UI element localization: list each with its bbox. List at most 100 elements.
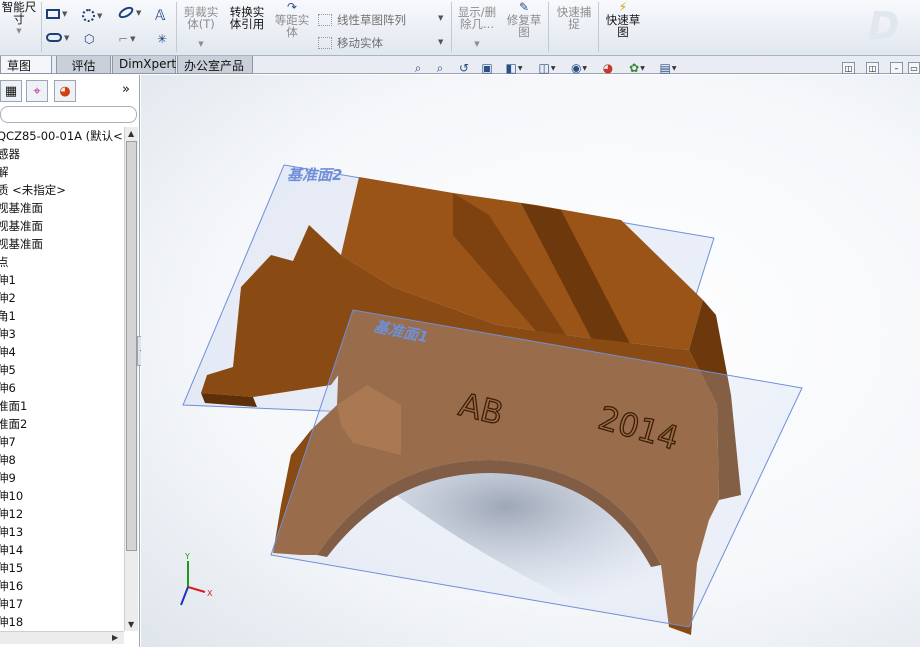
quick-snap-label-2: 捉 xyxy=(568,17,580,31)
feature-tree-item[interactable]: 伸17 xyxy=(0,595,124,613)
feature-tree-item[interactable]: 伸3 xyxy=(0,325,124,343)
feature-tree-item[interactable]: 伸13 xyxy=(0,523,124,541)
panel-tab-bar: ▦ ⌖ ◕ » xyxy=(0,80,140,102)
chevron-down-icon[interactable]: ▼ xyxy=(16,25,21,37)
hide-show-items-icon[interactable]: ◉ ▼ xyxy=(566,60,592,76)
config-manager-tab-icon[interactable]: ⌖ xyxy=(26,80,48,102)
zoom-to-fit-icon[interactable]: ⌕ xyxy=(409,60,427,76)
view-settings-icon[interactable]: ▤ ▼ xyxy=(655,60,681,76)
display-delete-relations-button[interactable]: 显示/删 除几... ▼ xyxy=(455,6,499,50)
zoom-to-area-icon[interactable]: ⌕ xyxy=(431,60,449,76)
repair-sketch-icon: ✎ xyxy=(518,0,530,14)
feature-tree-item[interactable]: 视基准面 xyxy=(0,217,124,235)
display-manager-tab-icon[interactable]: ◕ xyxy=(54,80,76,102)
feature-tree-item[interactable]: 伸8 xyxy=(0,451,124,469)
feature-tree-item[interactable]: QCZ85-00-01A (默认<< xyxy=(0,127,124,145)
model-view: AB 2014 基准面2 基准面1 Y X xyxy=(180,164,803,635)
feature-tree-item[interactable]: 伸18 xyxy=(0,613,124,631)
vertical-scrollbar[interactable]: ▲ ▼ xyxy=(124,127,138,631)
ribbon-separator xyxy=(41,2,42,52)
feature-tree-item[interactable]: 感器 xyxy=(0,145,124,163)
tab-evaluate[interactable]: 评估 xyxy=(56,56,111,74)
trim-entities-button[interactable]: 剪裁实 体(T) ▼ xyxy=(180,6,222,50)
move-entities-button[interactable]: 移动实体 xyxy=(318,35,383,51)
horizontal-scrollbar[interactable]: ▶ xyxy=(0,631,124,644)
feature-tree-item[interactable]: 视基准面 xyxy=(0,235,124,253)
dotted-circle-icon xyxy=(82,9,95,22)
feature-tree-item[interactable]: 伸7 xyxy=(0,433,124,451)
ellipse-tool-button[interactable]: ▼ xyxy=(116,4,141,21)
solidworks-logo-watermark: D xyxy=(868,4,900,48)
hexagon-icon: ⬡ xyxy=(84,32,95,46)
view-orientation-icon[interactable]: ◧ ▼ xyxy=(501,60,527,76)
apply-scene-icon[interactable]: ✿ ▼ xyxy=(624,60,650,76)
move-dropdown[interactable]: ▼ xyxy=(436,38,443,46)
feature-tree-item[interactable]: 伸14 xyxy=(0,541,124,559)
feature-tree-item[interactable]: 准面2 xyxy=(0,415,124,433)
move-icon xyxy=(318,37,332,49)
repair-sketch-button[interactable]: ✎ 修复草 图 xyxy=(502,0,546,38)
ribbon-separator xyxy=(176,2,177,52)
move-entities-label: 移动实体 xyxy=(337,36,383,50)
feature-tree-item[interactable]: 伸10 xyxy=(0,487,124,505)
repair-label-2: 图 xyxy=(518,25,530,39)
slot-icon xyxy=(46,33,62,42)
chevron-down-icon[interactable]: ▼ xyxy=(198,38,203,50)
offset-icon: ↷ xyxy=(286,0,298,14)
feature-tree-item[interactable]: 伸16 xyxy=(0,577,124,595)
feature-tree-item[interactable]: 伸15 xyxy=(0,559,124,577)
feature-tree-item[interactable]: 伸5 xyxy=(0,361,124,379)
edit-appearance-icon[interactable]: ◕ xyxy=(599,60,617,76)
smart-dimension-label-2: 寸 xyxy=(13,12,25,26)
scroll-right-arrow-icon[interactable]: ▶ xyxy=(112,633,118,642)
feature-tree-item[interactable]: 伸1 xyxy=(0,271,124,289)
graphics-area[interactable]: AB 2014 基准面2 基准面1 Y X xyxy=(141,75,920,647)
feature-tree-item[interactable]: 解 xyxy=(0,163,124,181)
spline-tool-button[interactable]: ▼ xyxy=(82,9,102,22)
plane-2-label[interactable]: 基准面2 xyxy=(287,166,342,184)
convert-entities-button[interactable]: 转换实 体引用 xyxy=(226,6,268,30)
point-tool-button[interactable]: ✳ xyxy=(157,32,167,46)
feature-tree-item[interactable]: 伸4 xyxy=(0,343,124,361)
feature-filter-input[interactable] xyxy=(0,106,137,123)
smart-dimension-button[interactable]: 智能尺 寸 ▼ xyxy=(0,1,38,37)
collapse-panel-icon[interactable]: » xyxy=(122,82,130,97)
display-style-icon[interactable]: ◫ ▼ xyxy=(534,60,560,76)
feature-tree-item[interactable]: 伸2 xyxy=(0,289,124,307)
ribbon-separator xyxy=(451,2,452,52)
tab-office-products[interactable]: 办公室产品 xyxy=(177,56,253,74)
polygon-tool-button[interactable]: ⬡ xyxy=(84,32,94,46)
section-view-icon[interactable]: ▣ xyxy=(478,60,496,76)
linear-pattern-label: 线性草图阵列 xyxy=(337,13,406,27)
feature-tree-item[interactable]: 质 <未指定> xyxy=(0,181,124,199)
chevron-down-icon[interactable]: ▼ xyxy=(474,38,479,50)
slot-tool-button[interactable]: ▼ xyxy=(46,33,69,42)
text-tool-button[interactable]: 𝔸 xyxy=(155,8,165,24)
trim-label-2: 体(T) xyxy=(187,17,215,31)
feature-tree-item[interactable]: 伸12 xyxy=(0,505,124,523)
rectangle-tool-button[interactable]: ▼ xyxy=(46,9,67,19)
fillet-tool-button[interactable]: ⌐ ▼ xyxy=(118,32,135,46)
feature-tree-item[interactable]: 点 xyxy=(0,253,124,271)
lightning-icon: ⚡ xyxy=(618,0,628,14)
quick-snaps-button[interactable]: 快速捕 捉 xyxy=(552,6,596,30)
feature-tree-item[interactable]: 角1 xyxy=(0,307,124,325)
feature-tree-item[interactable]: 伸9 xyxy=(0,469,124,487)
rapid-sketch-button[interactable]: ⚡ 快速草 图 xyxy=(601,0,645,38)
feature-tree-item[interactable]: 伸6 xyxy=(0,379,124,397)
scroll-up-arrow-icon[interactable]: ▲ xyxy=(128,129,134,138)
tab-dimxpert[interactable]: DimXpert xyxy=(112,56,176,74)
feature-tree-item[interactable]: 视基准面 xyxy=(0,199,124,217)
offset-entities-button[interactable]: ↷ 等距实 体 xyxy=(272,0,312,38)
linear-pattern-button[interactable]: 线性草图阵列 xyxy=(318,12,406,28)
triad-x-label: X xyxy=(207,589,213,598)
scrollbar-thumb[interactable] xyxy=(126,141,137,551)
show-delete-label-2: 除几... xyxy=(460,17,494,31)
previous-view-icon[interactable]: ↺ xyxy=(455,60,473,76)
feature-tree-tab-icon[interactable]: ▦ xyxy=(0,80,22,102)
text-a-icon: 𝔸 xyxy=(155,8,166,24)
tab-sketch[interactable]: 草图 xyxy=(0,56,52,74)
feature-tree-item[interactable]: 准面1 xyxy=(0,397,124,415)
pattern-dropdown[interactable]: ▼ xyxy=(436,14,443,22)
scroll-down-arrow-icon[interactable]: ▼ xyxy=(128,620,134,629)
